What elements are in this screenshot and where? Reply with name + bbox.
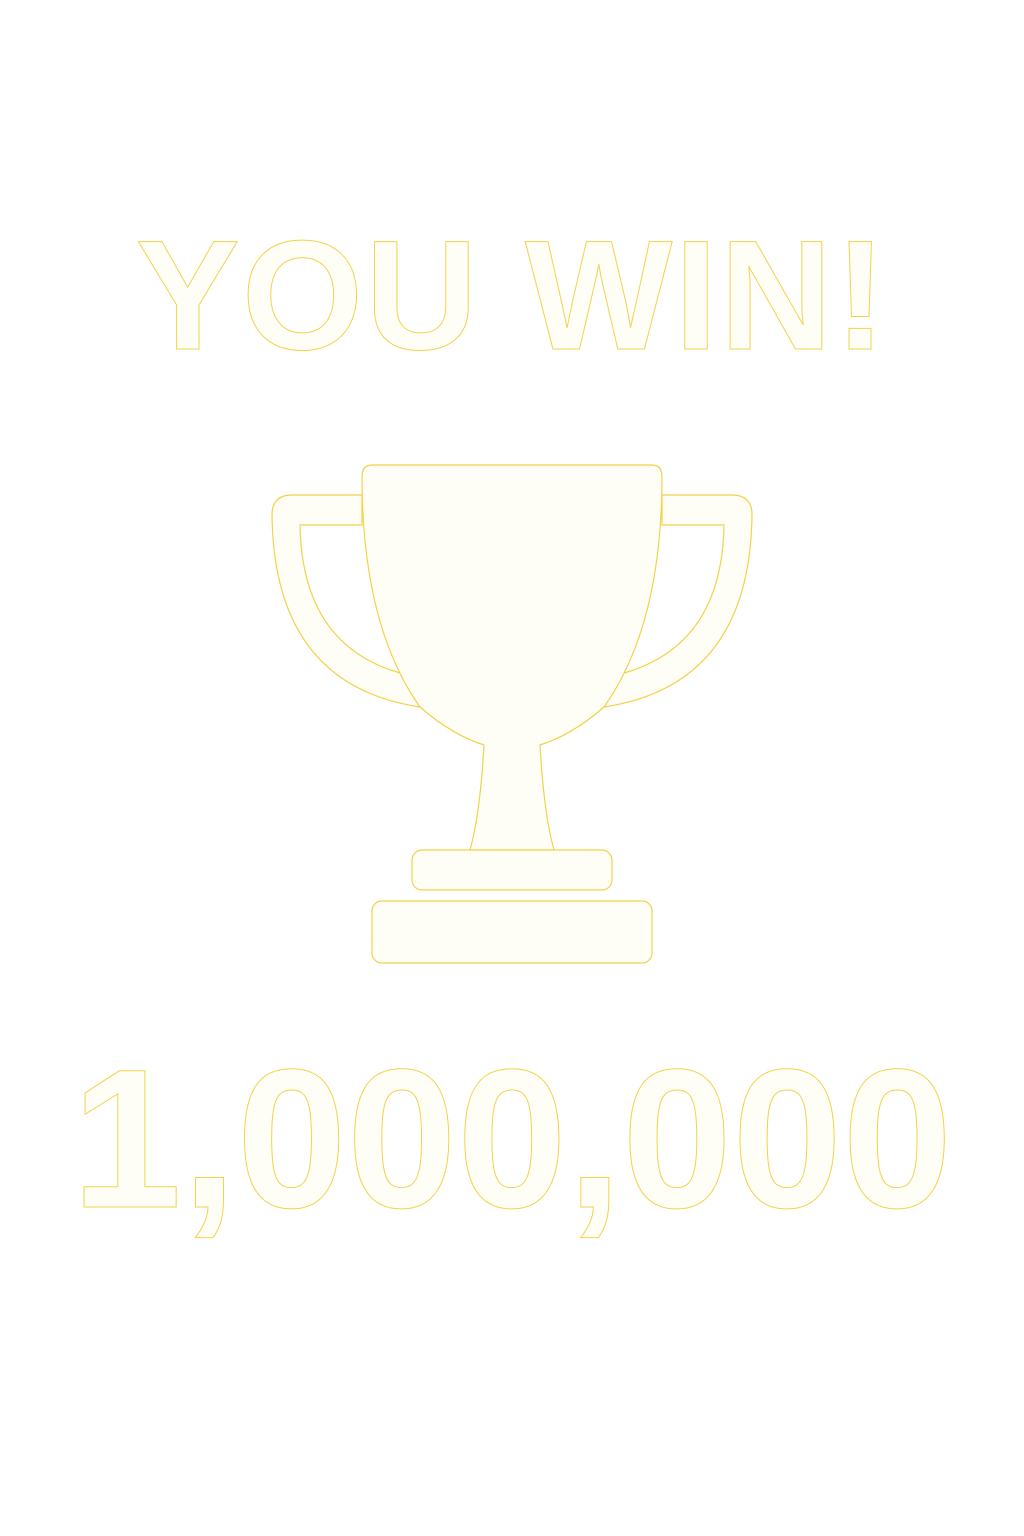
trophy-cup [361,464,663,851]
trophy-base [371,900,653,964]
win-headline: YOU WIN! [135,209,889,383]
prize-amount: 1,000,000 [71,1028,953,1249]
win-screen: YOU WIN! 1,000,000 [0,0,1024,1536]
trophy-collar [411,849,613,891]
trophy-icon [271,464,753,964]
